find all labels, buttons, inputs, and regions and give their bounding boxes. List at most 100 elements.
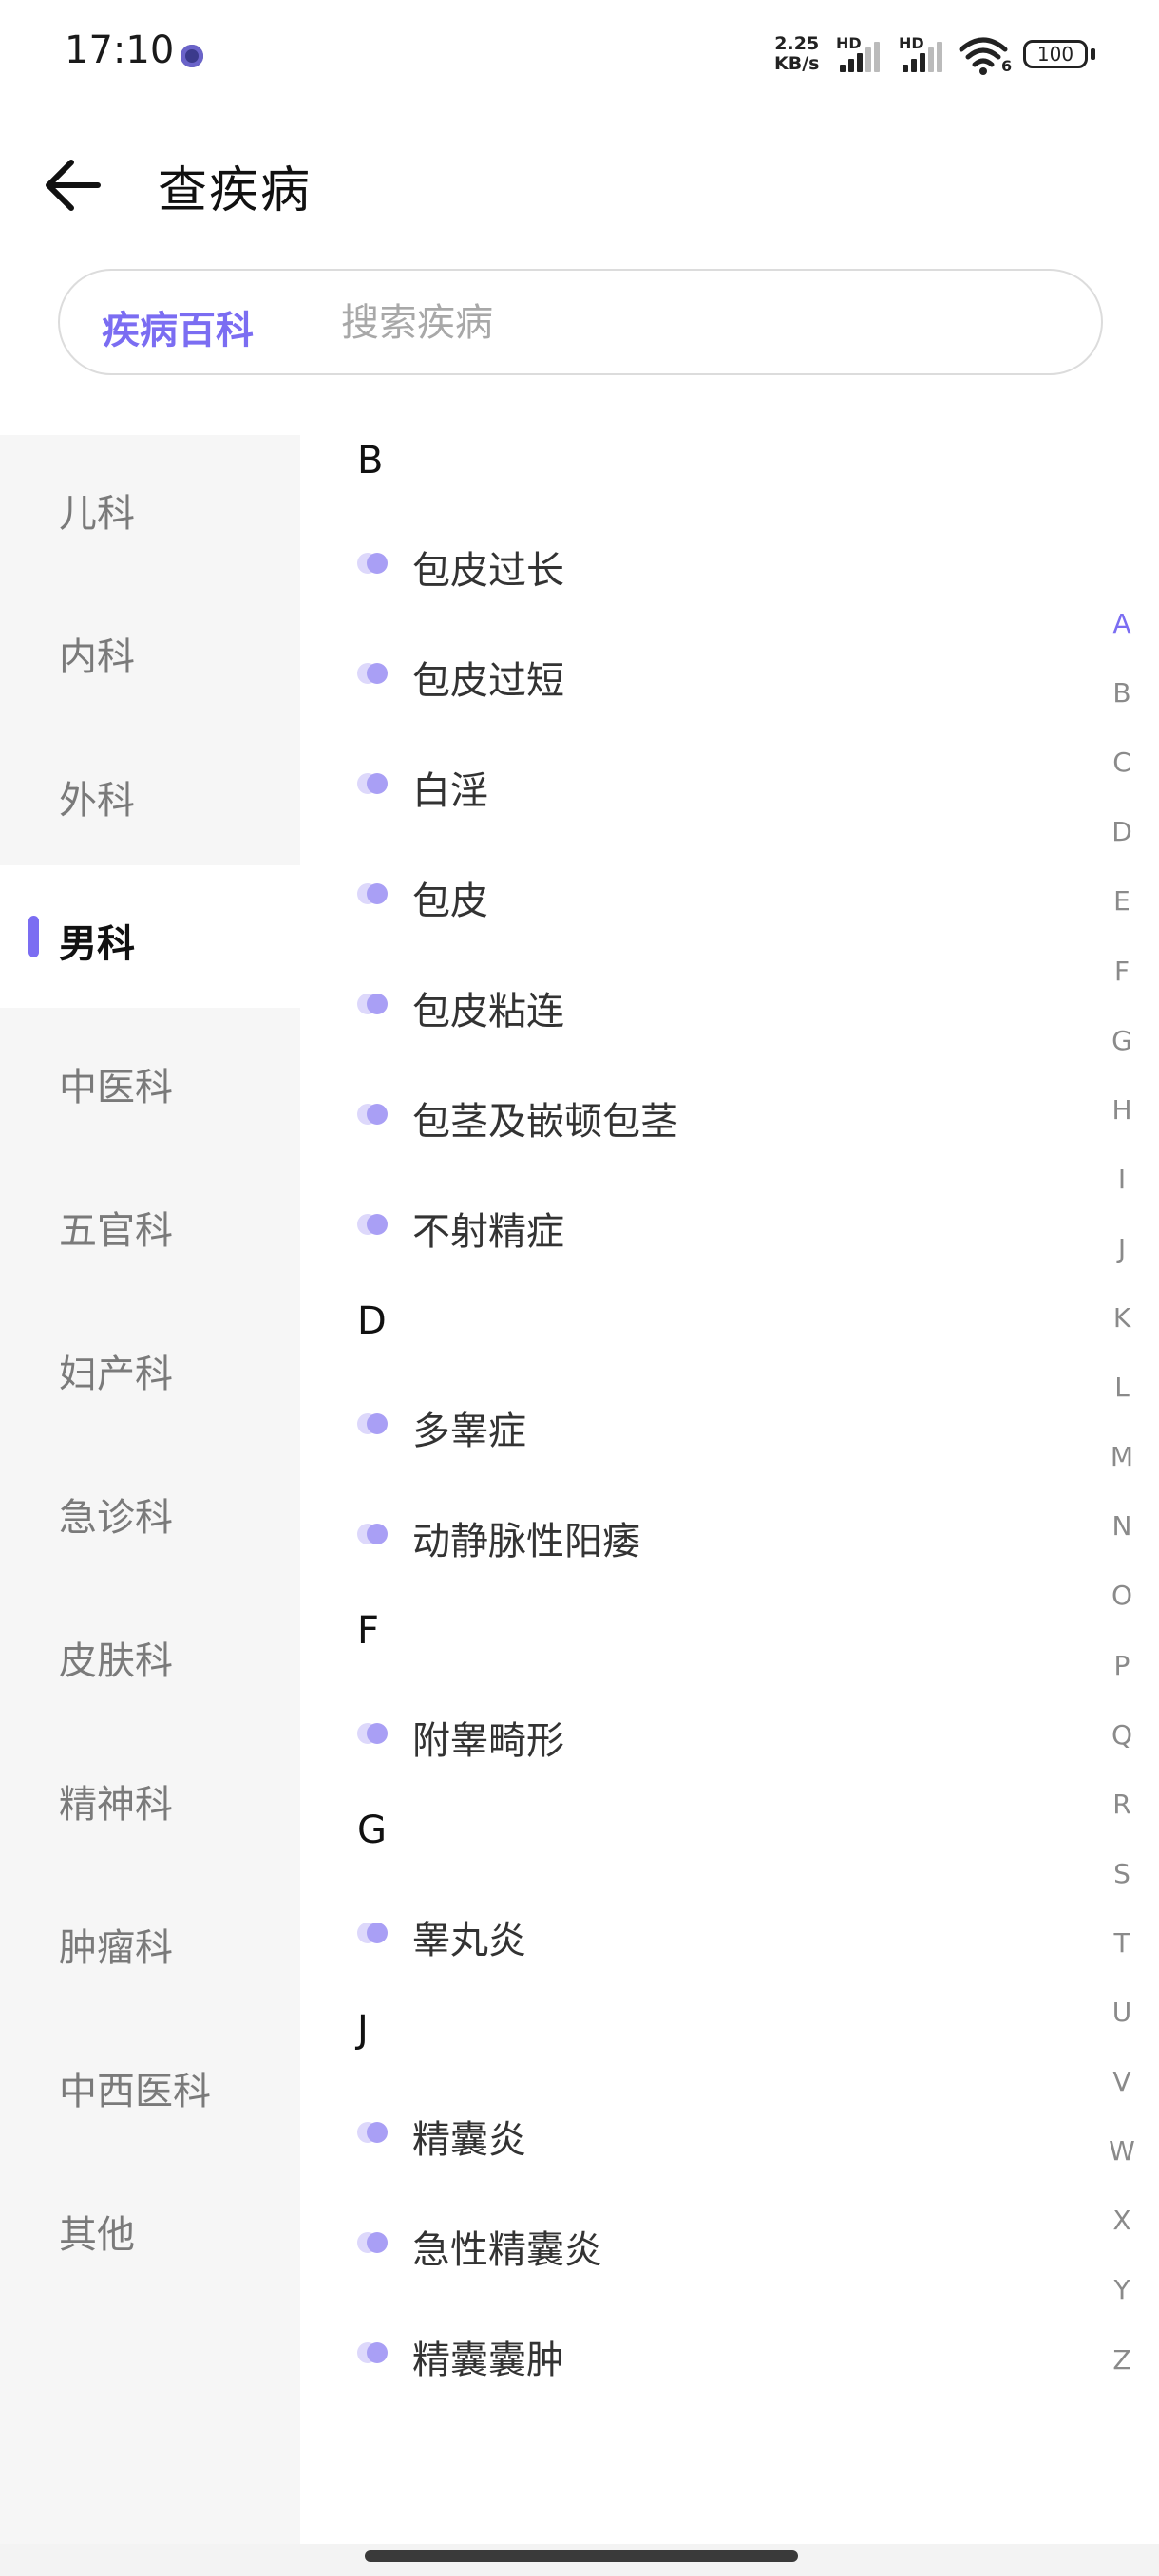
sidebar-item[interactable]: 精神科 (0, 1726, 300, 1868)
sim2-signal-icon: HD (899, 34, 948, 76)
disease-item[interactable]: 睾丸炎 (357, 1898, 1022, 1974)
disease-item[interactable]: 附睾畸形 (357, 1698, 1022, 1774)
alphabet-letter[interactable]: A (1092, 608, 1151, 639)
search-bar[interactable]: 疾病百科 (58, 269, 1103, 375)
alphabet-letter[interactable]: J (1092, 1233, 1151, 1264)
alphabet-letter[interactable]: C (1092, 747, 1151, 778)
battery-icon: 100 (1023, 40, 1088, 68)
sidebar-item-label: 外科 (59, 779, 135, 823)
bullet-icon (357, 773, 388, 794)
bullet-icon (357, 2232, 388, 2253)
alphabet-letter[interactable]: T (1092, 1927, 1151, 1959)
alphabet-letter[interactable]: W (1092, 2135, 1151, 2167)
sidebar-item[interactable]: 肿瘤科 (0, 1869, 300, 2012)
home-indicator[interactable] (365, 2550, 798, 2562)
status-time: 17:10 (65, 28, 175, 72)
sidebar-item-label: 儿科 (59, 492, 135, 536)
sidebar-item[interactable]: 儿科 (0, 435, 300, 578)
network-speed-value: 2.25 (774, 33, 820, 54)
bullet-icon (357, 1413, 388, 1434)
disease-item[interactable]: 不射精症 (357, 1189, 1022, 1265)
disease-name: 精囊炎 (412, 2118, 526, 2162)
sidebar-item[interactable]: 内科 (0, 578, 300, 721)
bullet-icon (357, 1104, 388, 1125)
section-letter: F (357, 1609, 380, 1653)
alphabet-letter[interactable]: O (1092, 1580, 1151, 1611)
alphabet-letter[interactable]: S (1092, 1858, 1151, 1889)
alphabet-letter[interactable]: D (1092, 816, 1151, 847)
sidebar-item-label: 中西医科 (59, 2070, 211, 2113)
alphabet-letter[interactable]: E (1092, 885, 1151, 917)
sidebar-item[interactable]: 妇产科 (0, 1296, 300, 1438)
disease-item[interactable]: 急性精囊炎 (357, 2207, 1022, 2283)
disease-item[interactable]: 包皮粘连 (357, 969, 1022, 1045)
bullet-icon (357, 663, 388, 684)
disease-name: 急性精囊炎 (412, 2228, 602, 2272)
network-speed-unit: KB/s (774, 53, 820, 74)
department-sidebar: 儿科内科外科男科 中医科 五官科妇产科急诊科皮肤科精神科 肿瘤科中西医科其他 (0, 435, 300, 2544)
alphabet-letter[interactable]: V (1092, 2066, 1151, 2097)
alphabet-letter[interactable]: M (1092, 1441, 1151, 1472)
wifi-6-label: 6 (1001, 57, 1013, 75)
sidebar-item-label: 内科 (59, 635, 135, 679)
wifi-icon: 6 (958, 34, 1013, 76)
alphabet-letter[interactable]: N (1092, 1510, 1151, 1542)
alphabet-letter[interactable]: B (1092, 677, 1151, 709)
alphabet-letter[interactable]: G (1092, 1025, 1151, 1056)
arrow-left-icon (46, 160, 101, 211)
sidebar-item[interactable]: 男科 (0, 865, 300, 1008)
bullet-icon (357, 994, 388, 1014)
sidebar-item[interactable]: 急诊科 (0, 1439, 300, 1582)
search-category-tab[interactable]: 疾病百科 (102, 299, 254, 354)
disease-item[interactable]: 精囊囊肿 (357, 2318, 1022, 2394)
app-notification-icon (180, 45, 203, 67)
alphabet-letter[interactable]: U (1092, 1997, 1151, 2028)
back-button[interactable] (40, 152, 106, 218)
section-letter: G (357, 1809, 387, 1852)
disease-item[interactable]: 包皮过短 (357, 638, 1022, 714)
sidebar-item[interactable]: 皮肤科 (0, 1582, 300, 1725)
battery-level: 100 (1036, 43, 1074, 66)
battery-tip (1091, 48, 1095, 60)
disease-name: 白淫 (412, 769, 488, 813)
alphabet-letter[interactable]: Y (1092, 2274, 1151, 2305)
page-title: 查疾病 (158, 162, 313, 219)
disease-item[interactable]: 动静脉性阳痿 (357, 1499, 1022, 1575)
network-speed: 2.25 KB/s (774, 34, 819, 74)
alphabet-letter[interactable]: P (1092, 1650, 1151, 1681)
disease-name: 包皮 (412, 880, 488, 923)
bullet-icon (357, 1923, 388, 1943)
alphabet-letter[interactable]: F (1092, 956, 1151, 987)
disease-item[interactable]: 包皮过长 (357, 528, 1022, 604)
alphabet-letter[interactable]: R (1092, 1789, 1151, 1820)
disease-item[interactable]: 包茎及嵌顿包茎 (357, 1079, 1022, 1155)
disease-item[interactable]: 白淫 (357, 748, 1022, 824)
sidebar-item[interactable]: 中医科 (0, 1009, 300, 1151)
search-input[interactable] (341, 290, 1063, 356)
alphabet-letter[interactable]: L (1092, 1372, 1151, 1403)
disease-item[interactable]: 多睾症 (357, 1389, 1022, 1465)
disease-item[interactable]: 包皮 (357, 859, 1022, 935)
status-bar: 17:10 2.25 KB/s HD HD 6 100 (0, 0, 1159, 104)
alphabet-letter[interactable]: Q (1092, 1719, 1151, 1751)
alphabet-letter[interactable]: X (1092, 2205, 1151, 2236)
section-letter: J (357, 2008, 369, 2052)
disease-name: 附睾畸形 (412, 1719, 564, 1763)
alphabet-letter[interactable]: I (1092, 1164, 1151, 1195)
sidebar-item[interactable]: 中西医科 (0, 2013, 300, 2155)
sidebar-item-label: 皮肤科 (59, 1639, 173, 1683)
disease-item[interactable]: 精囊炎 (357, 2097, 1022, 2173)
sidebar-item[interactable]: 五官科 (0, 1152, 300, 1295)
sidebar-item-label: 妇产科 (59, 1353, 173, 1396)
sidebar-item[interactable]: 其他 (0, 2156, 300, 2299)
bullet-icon (357, 1524, 388, 1544)
active-indicator (28, 916, 39, 957)
disease-name: 包皮过长 (412, 549, 564, 593)
alphabet-letter[interactable]: H (1092, 1094, 1151, 1126)
alphabet-letter[interactable]: Z (1092, 2344, 1151, 2376)
section-letter: D (357, 1299, 387, 1343)
sidebar-item[interactable]: 外科 (0, 722, 300, 864)
disease-name: 包茎及嵌顿包茎 (412, 1100, 678, 1144)
bullet-icon (357, 2122, 388, 2143)
alphabet-letter[interactable]: K (1092, 1302, 1151, 1334)
